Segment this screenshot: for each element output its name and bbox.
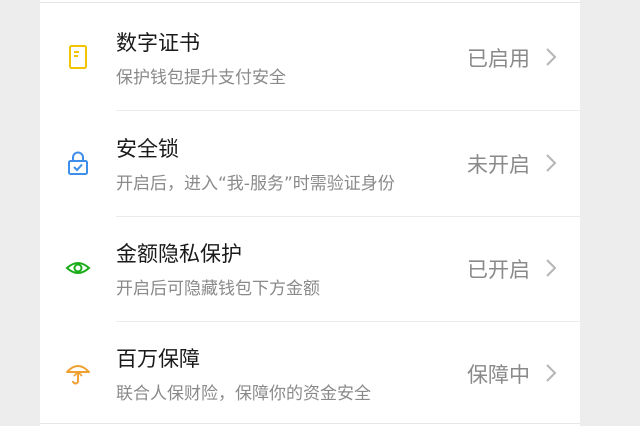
chevron-right-icon — [544, 362, 558, 384]
lock-icon — [64, 149, 92, 177]
chevron-right-icon — [544, 257, 558, 279]
item-title: 数字证书 — [116, 31, 200, 55]
settings-list: 数字证书 保护钱包提升支付安全 已启用 安全锁 开启后，进入“我-服务”时需验证… — [40, 0, 580, 426]
certificate-icon — [64, 43, 92, 71]
settings-item-digital-certificate[interactable]: 数字证书 保护钱包提升支付安全 已启用 — [40, 5, 580, 111]
settings-item-amount-privacy[interactable]: 金额隐私保护 开启后可隐藏钱包下方金额 已开启 — [40, 216, 580, 322]
status-label: 保障中 — [467, 363, 530, 387]
settings-item-million-guarantee[interactable]: 百万保障 联合人保财险，保障你的资金安全 保障中 — [40, 321, 580, 426]
eye-icon — [64, 254, 92, 282]
item-subtitle: 联合人保财险，保障你的资金安全 — [116, 384, 371, 404]
divider — [40, 2, 580, 3]
divider — [40, 423, 580, 424]
item-subtitle: 开启后可隐藏钱包下方金额 — [116, 279, 320, 299]
item-title: 金额隐私保护 — [116, 242, 242, 266]
status-label: 已开启 — [467, 258, 530, 282]
item-title: 百万保障 — [116, 347, 200, 371]
chevron-right-icon — [544, 152, 558, 174]
settings-item-security-lock[interactable]: 安全锁 开启后，进入“我-服务”时需验证身份 未开启 — [40, 111, 580, 217]
umbrella-icon — [64, 359, 92, 387]
status-label: 未开启 — [467, 153, 530, 177]
security-settings-page: 数字证书 保护钱包提升支付安全 已启用 安全锁 开启后，进入“我-服务”时需验证… — [0, 0, 640, 426]
status-label: 已启用 — [467, 47, 530, 71]
item-subtitle: 保护钱包提升支付安全 — [116, 68, 286, 88]
item-subtitle: 开启后，进入“我-服务”时需验证身份 — [116, 174, 395, 194]
item-title: 安全锁 — [116, 137, 179, 161]
chevron-right-icon — [544, 46, 558, 68]
